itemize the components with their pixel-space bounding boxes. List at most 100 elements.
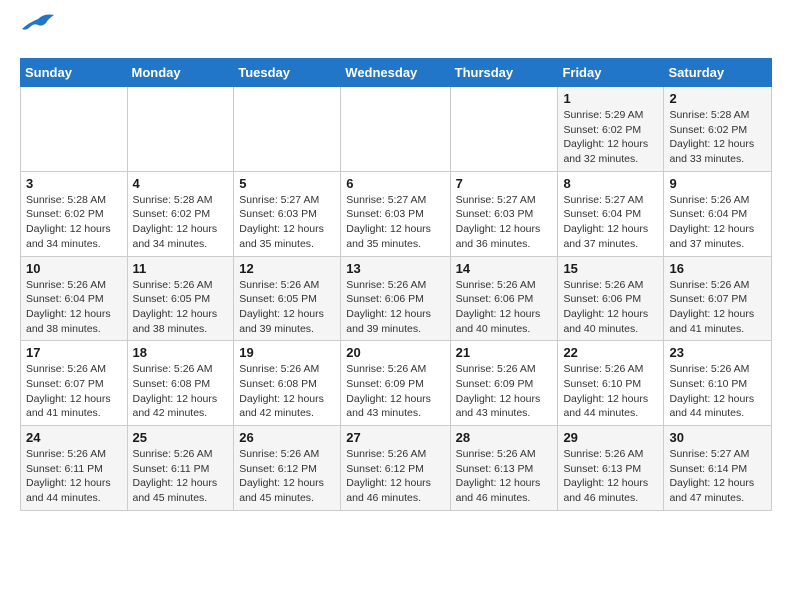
logo-bird-icon — [22, 13, 54, 40]
day-info: Sunrise: 5:26 AM Sunset: 6:08 PM Dayligh… — [133, 362, 229, 421]
day-number: 4 — [133, 176, 229, 191]
day-cell: 11Sunrise: 5:26 AM Sunset: 6:05 PM Dayli… — [127, 256, 234, 341]
day-cell: 20 Sunrise: 5:26 AM Sunset: 6:09 PM Dayli… — [341, 341, 450, 426]
day-number: 14 — [456, 261, 553, 276]
day-info: Sunrise: 5:26 AM Sunset: 6:12 PM Dayligh… — [346, 447, 444, 506]
day-info: Sunrise: 5:27 AM Sunset: 6:03 PM Dayligh… — [239, 193, 335, 252]
day-cell: 12Sunrise: 5:26 AM Sunset: 6:05 PM Dayli… — [234, 256, 341, 341]
day-header-monday: Monday — [127, 59, 234, 87]
day-info: Sunrise: 5:26 AM Sunset: 6:09 PM Dayligh… — [456, 362, 553, 421]
day-info: Sunrise: 5:26 AM Sunset: 6:09 PM Dayligh… — [346, 362, 444, 421]
day-number: 23 — [669, 345, 766, 360]
day-info: Sunrise: 5:26 AM Sunset: 6:04 PM Dayligh… — [26, 278, 122, 337]
day-cell: 9 Sunrise: 5:26 AM Sunset: 6:04 PM Daylig… — [664, 171, 772, 256]
day-cell: 6 Sunrise: 5:27 AM Sunset: 6:03 PM Daylig… — [341, 171, 450, 256]
day-header-sunday: Sunday — [21, 59, 128, 87]
day-info: Sunrise: 5:26 AM Sunset: 6:06 PM Dayligh… — [346, 278, 444, 337]
day-cell: 2 Sunrise: 5:28 AM Sunset: 6:02 PM Daylig… — [664, 87, 772, 172]
day-header-saturday: Saturday — [664, 59, 772, 87]
header — [20, 20, 772, 42]
day-number: 7 — [456, 176, 553, 191]
day-cell — [450, 87, 558, 172]
day-cell: 14 Sunrise: 5:26 AM Sunset: 6:06 PM Dayli… — [450, 256, 558, 341]
day-number: 28 — [456, 430, 553, 445]
day-number: 18 — [133, 345, 229, 360]
day-info: Sunrise: 5:28 AM Sunset: 6:02 PM Dayligh… — [669, 108, 766, 167]
day-cell — [127, 87, 234, 172]
day-cell — [234, 87, 341, 172]
day-number: 8 — [563, 176, 658, 191]
day-cell: 3 Sunrise: 5:28 AM Sunset: 6:02 PM Daylig… — [21, 171, 128, 256]
day-number: 30 — [669, 430, 766, 445]
day-cell: 8 Sunrise: 5:27 AM Sunset: 6:04 PM Daylig… — [558, 171, 664, 256]
day-cell — [341, 87, 450, 172]
day-info: Sunrise: 5:27 AM Sunset: 6:03 PM Dayligh… — [456, 193, 553, 252]
day-info: Sunrise: 5:26 AM Sunset: 6:06 PM Dayligh… — [563, 278, 658, 337]
day-number: 26 — [239, 430, 335, 445]
day-cell: 17 Sunrise: 5:26 AM Sunset: 6:07 PM Dayli… — [21, 341, 128, 426]
day-info: Sunrise: 5:26 AM Sunset: 6:07 PM Dayligh… — [669, 278, 766, 337]
day-number: 22 — [563, 345, 658, 360]
day-cell: 21 Sunrise: 5:26 AM Sunset: 6:09 PM Dayli… — [450, 341, 558, 426]
day-number: 13 — [346, 261, 444, 276]
day-info: Sunrise: 5:26 AM Sunset: 6:11 PM Dayligh… — [26, 447, 122, 506]
day-number: 25 — [133, 430, 229, 445]
day-info: Sunrise: 5:26 AM Sunset: 6:10 PM Dayligh… — [669, 362, 766, 421]
day-cell: 15 Sunrise: 5:26 AM Sunset: 6:06 PM Dayli… — [558, 256, 664, 341]
day-header-tuesday: Tuesday — [234, 59, 341, 87]
day-number: 11 — [133, 261, 229, 276]
day-number: 3 — [26, 176, 122, 191]
day-cell: 16Sunrise: 5:26 AM Sunset: 6:07 PM Dayli… — [664, 256, 772, 341]
day-header-wednesday: Wednesday — [341, 59, 450, 87]
day-number: 10 — [26, 261, 122, 276]
day-info: Sunrise: 5:28 AM Sunset: 6:02 PM Dayligh… — [133, 193, 229, 252]
day-info: Sunrise: 5:27 AM Sunset: 6:14 PM Dayligh… — [669, 447, 766, 506]
day-cell: 4 Sunrise: 5:28 AM Sunset: 6:02 PM Daylig… — [127, 171, 234, 256]
day-cell: 23 Sunrise: 5:26 AM Sunset: 6:10 PM Dayli… — [664, 341, 772, 426]
week-row-5: 24 Sunrise: 5:26 AM Sunset: 6:11 PM Dayli… — [21, 426, 772, 511]
day-info: Sunrise: 5:26 AM Sunset: 6:06 PM Dayligh… — [456, 278, 553, 337]
day-info: Sunrise: 5:27 AM Sunset: 6:03 PM Dayligh… — [346, 193, 444, 252]
day-number: 9 — [669, 176, 766, 191]
day-cell: 7 Sunrise: 5:27 AM Sunset: 6:03 PM Daylig… — [450, 171, 558, 256]
day-cell: 13 Sunrise: 5:26 AM Sunset: 6:06 PM Dayli… — [341, 256, 450, 341]
day-info: Sunrise: 5:26 AM Sunset: 6:11 PM Dayligh… — [133, 447, 229, 506]
logo — [20, 20, 54, 42]
week-row-1: 1Sunrise: 5:29 AM Sunset: 6:02 PM Daylig… — [21, 87, 772, 172]
day-number: 27 — [346, 430, 444, 445]
day-info: Sunrise: 5:26 AM Sunset: 6:12 PM Dayligh… — [239, 447, 335, 506]
day-number: 24 — [26, 430, 122, 445]
day-cell — [21, 87, 128, 172]
day-number: 2 — [669, 91, 766, 106]
day-number: 6 — [346, 176, 444, 191]
day-info: Sunrise: 5:26 AM Sunset: 6:08 PM Dayligh… — [239, 362, 335, 421]
day-number: 17 — [26, 345, 122, 360]
day-cell: 1Sunrise: 5:29 AM Sunset: 6:02 PM Daylig… — [558, 87, 664, 172]
calendar-table: SundayMondayTuesdayWednesdayThursdayFrid… — [20, 58, 772, 511]
day-info: Sunrise: 5:26 AM Sunset: 6:04 PM Dayligh… — [669, 193, 766, 252]
day-cell: 24 Sunrise: 5:26 AM Sunset: 6:11 PM Dayli… — [21, 426, 128, 511]
day-info: Sunrise: 5:26 AM Sunset: 6:13 PM Dayligh… — [563, 447, 658, 506]
day-number: 5 — [239, 176, 335, 191]
day-info: Sunrise: 5:27 AM Sunset: 6:04 PM Dayligh… — [563, 193, 658, 252]
day-cell: 22Sunrise: 5:26 AM Sunset: 6:10 PM Dayli… — [558, 341, 664, 426]
day-number: 29 — [563, 430, 658, 445]
day-cell: 10 Sunrise: 5:26 AM Sunset: 6:04 PM Dayli… — [21, 256, 128, 341]
day-info: Sunrise: 5:26 AM Sunset: 6:07 PM Dayligh… — [26, 362, 122, 421]
day-info: Sunrise: 5:26 AM Sunset: 6:05 PM Dayligh… — [239, 278, 335, 337]
day-cell: 30 Sunrise: 5:27 AM Sunset: 6:14 PM Dayli… — [664, 426, 772, 511]
day-info: Sunrise: 5:28 AM Sunset: 6:02 PM Dayligh… — [26, 193, 122, 252]
week-row-2: 3 Sunrise: 5:28 AM Sunset: 6:02 PM Daylig… — [21, 171, 772, 256]
day-cell: 25 Sunrise: 5:26 AM Sunset: 6:11 PM Dayli… — [127, 426, 234, 511]
day-number: 19 — [239, 345, 335, 360]
day-header-friday: Friday — [558, 59, 664, 87]
day-number: 20 — [346, 345, 444, 360]
day-cell: 19 Sunrise: 5:26 AM Sunset: 6:08 PM Dayli… — [234, 341, 341, 426]
day-number: 21 — [456, 345, 553, 360]
day-cell: 5 Sunrise: 5:27 AM Sunset: 6:03 PM Daylig… — [234, 171, 341, 256]
day-cell: 18 Sunrise: 5:26 AM Sunset: 6:08 PM Dayli… — [127, 341, 234, 426]
day-info: Sunrise: 5:26 AM Sunset: 6:13 PM Dayligh… — [456, 447, 553, 506]
calendar-header-row: SundayMondayTuesdayWednesdayThursdayFrid… — [21, 59, 772, 87]
day-number: 15 — [563, 261, 658, 276]
day-cell: 28 Sunrise: 5:26 AM Sunset: 6:13 PM Dayli… — [450, 426, 558, 511]
